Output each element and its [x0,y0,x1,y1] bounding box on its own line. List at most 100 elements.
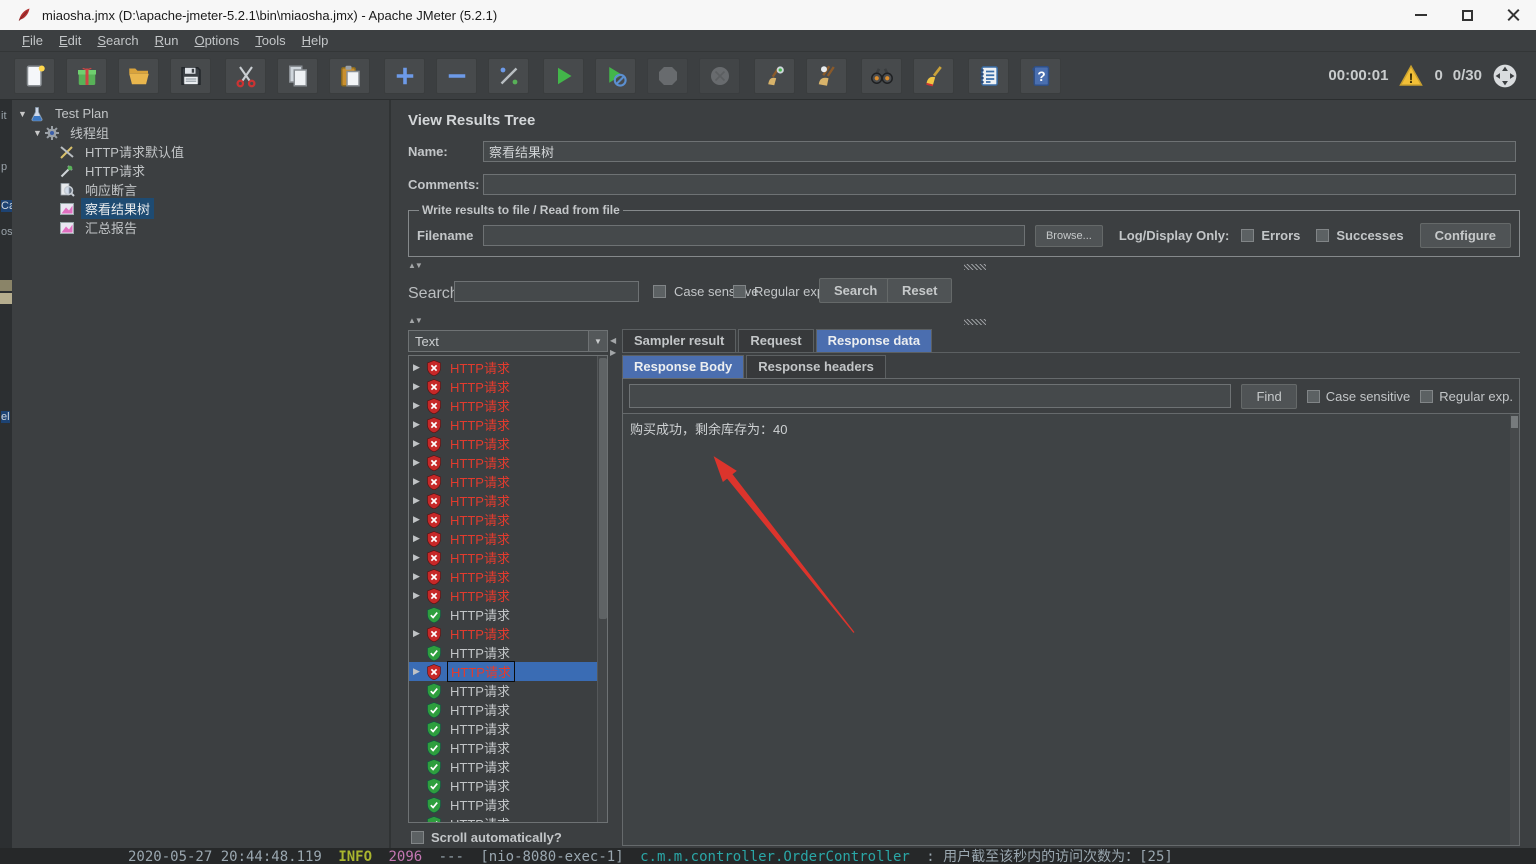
result-item-success[interactable]: HTTP请求 [409,643,597,662]
menu-options[interactable]: Options [186,31,247,51]
search-button[interactable] [861,57,902,94]
expander-closed-icon[interactable]: ▶ [413,362,426,373]
expander-closed-icon[interactable]: ▶ [413,438,426,449]
result-item-success[interactable]: HTTP请求 [409,814,597,822]
expander-closed-icon[interactable]: ▶ [413,590,426,601]
splitter-grip[interactable] [964,319,986,325]
result-item-error[interactable]: ▶ HTTP请求 [409,548,597,567]
result-item-error[interactable]: ▶ HTTP请求 [409,396,597,415]
tab-sampler-result[interactable]: Sampler result [622,329,737,352]
shutdown-button[interactable] [699,57,740,94]
expander-closed-icon[interactable]: ▶ [413,419,426,430]
find-case-checkbox[interactable] [1306,389,1320,403]
search-button[interactable]: Search [819,278,893,303]
browse-button[interactable]: Browse... [1034,224,1103,247]
paste-button[interactable] [329,57,370,94]
menu-tools[interactable]: Tools [247,31,293,51]
expander-closed-icon[interactable]: ▶ [413,476,426,487]
cut-button[interactable] [225,57,266,94]
expander-closed-icon[interactable]: ▶ [413,495,426,506]
name-input[interactable] [483,140,1516,162]
splitter-grip[interactable] [964,264,986,270]
collapse-all-button[interactable] [436,57,477,94]
result-item-error[interactable]: ▶ HTTP请求 [409,510,597,529]
tree-item-Test Plan[interactable]: ▼ Test Plan [12,104,389,123]
toggle-button[interactable] [488,57,529,94]
menu-edit[interactable]: Edit [51,31,89,51]
result-item-error[interactable]: ▶ HTTP请求 [409,661,597,682]
tab-request[interactable]: Request [738,329,814,352]
result-item-error[interactable]: ▶ HTTP请求 [409,415,597,434]
tree-item-汇总报告[interactable]: 汇总报告 [12,218,389,237]
find-input[interactable] [629,384,1232,408]
configure-button[interactable]: Configure [1419,223,1511,248]
result-item-success[interactable]: HTTP请求 [409,700,597,719]
result-item-success[interactable]: HTTP请求 [409,738,597,757]
expander-closed-icon[interactable]: ▶ [413,666,426,677]
function-helper-button[interactable] [968,57,1009,94]
expander-open-icon[interactable]: ▼ [16,109,29,119]
clear-all-button[interactable] [806,57,847,94]
tree-item-察看结果树[interactable]: 察看结果树 [12,198,389,219]
subtab-response-body[interactable]: Response Body [622,355,745,378]
expander-closed-icon[interactable]: ▶ [413,628,426,639]
expander-open-icon[interactable]: ▼ [31,128,44,138]
search-case-checkbox[interactable] [653,285,666,298]
comments-input[interactable] [483,173,1516,195]
templates-button[interactable] [66,57,107,94]
expander-closed-icon[interactable]: ▶ [413,514,426,525]
result-item-error[interactable]: ▶ HTTP请求 [409,377,597,396]
result-item-success[interactable]: HTTP请求 [409,681,597,700]
tree-item-HTTP请求默认值[interactable]: HTTP请求默认值 [12,142,389,161]
response-scrollbar[interactable] [1510,414,1519,845]
result-item-error[interactable]: ▶ HTTP请求 [409,529,597,548]
result-item-error[interactable]: ▶ HTTP请求 [409,453,597,472]
result-item-error[interactable]: ▶ HTTP请求 [409,491,597,510]
menu-search[interactable]: Search [89,31,146,51]
chevron-down-icon[interactable]: ▼ [588,331,607,351]
splitter-collapse-left-icon[interactable]: ◀ [610,336,616,345]
filename-input[interactable] [483,225,1025,246]
menu-help[interactable]: Help [294,31,337,51]
copy-button[interactable] [277,57,318,94]
threads-status-icon[interactable] [1492,63,1518,89]
save-button[interactable] [170,57,211,94]
search-reset-button[interactable] [913,57,954,94]
result-item-success[interactable]: HTTP请求 [409,795,597,814]
tab-response-data[interactable]: Response data [815,329,933,352]
horizontal-splitter[interactable]: ▲▼ [408,261,1520,272]
expand-all-button[interactable] [384,57,425,94]
result-item-error[interactable]: ▶ HTTP请求 [409,624,597,643]
start-no-timers-button[interactable] [595,57,636,94]
tree-item-线程组[interactable]: ▼ 线程组 [12,123,389,142]
start-button[interactable] [543,57,584,94]
menu-file[interactable]: File [14,31,51,51]
format-select[interactable]: Text ▼ [408,330,608,352]
subtab-response-headers[interactable]: Response headers [746,355,886,378]
tree-item-响应断言[interactable]: 响应断言 [12,180,389,199]
expander-closed-icon[interactable]: ▶ [413,552,426,563]
result-item-success[interactable]: HTTP请求 [409,719,597,738]
splitter-collapse-right-icon[interactable]: ▶ [610,348,616,357]
splitter-collapse-arrows[interactable]: ▲▼ [408,261,423,270]
clear-button[interactable] [754,57,795,94]
tree-item-HTTP请求[interactable]: HTTP请求 [12,161,389,180]
response-scrollbar-thumb[interactable] [1511,416,1518,428]
result-item-error[interactable]: ▶ HTTP请求 [409,472,597,491]
splitter-collapse-arrows[interactable]: ▲▼ [408,316,423,325]
result-item-success[interactable]: HTTP请求 [409,605,597,624]
errors-checkbox[interactable] [1241,229,1255,242]
result-item-error[interactable]: ▶ HTTP请求 [409,586,597,605]
open-button[interactable] [118,57,159,94]
expander-closed-icon[interactable]: ▶ [413,533,426,544]
menu-run[interactable]: Run [147,31,187,51]
results-scrollbar-thumb[interactable] [599,358,607,619]
search-regex-checkbox[interactable] [733,285,746,298]
successes-checkbox[interactable] [1316,229,1330,242]
horizontal-splitter[interactable]: ▲▼ [408,316,1520,327]
result-item-error[interactable]: ▶ HTTP请求 [409,434,597,453]
stop-button[interactable] [647,57,688,94]
result-item-success[interactable]: HTTP请求 [409,776,597,795]
expander-closed-icon[interactable]: ▶ [413,381,426,392]
close-button[interactable] [1490,0,1536,30]
